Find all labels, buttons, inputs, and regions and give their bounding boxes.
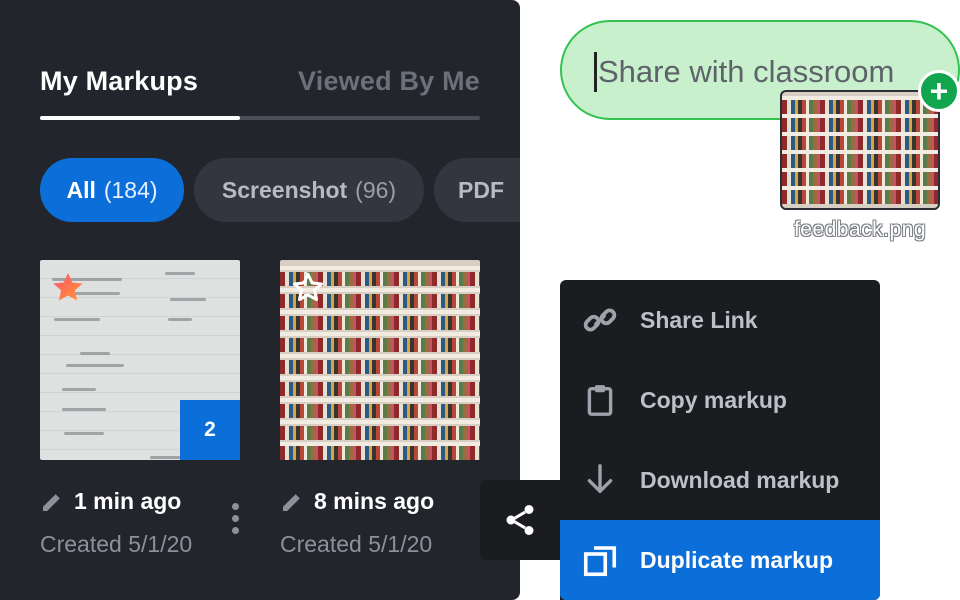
markup-card[interactable]: 2 1 min ago Created 5/1/20 xyxy=(40,260,240,558)
favorite-star-icon[interactable] xyxy=(50,270,86,306)
menu-item-download-markup[interactable]: Download markup xyxy=(560,440,880,520)
filter-chip-pdf[interactable]: PDF xyxy=(434,158,520,222)
menu-item-label: Share Link xyxy=(640,306,758,333)
edited-time-text: 8 mins ago xyxy=(314,488,435,514)
created-date: Created 5/1/20 xyxy=(280,531,433,557)
pencil-icon xyxy=(43,493,60,511)
menu-item-label: Duplicate markup xyxy=(640,546,833,573)
menu-item-share-link[interactable]: Share Link xyxy=(560,280,880,360)
filter-chip-all[interactable]: All (184) xyxy=(40,158,184,222)
dropzone-label: Share with classroom xyxy=(598,54,895,89)
menu-item-label: Copy markup xyxy=(640,386,787,413)
markup-thumbnail[interactable]: 2 xyxy=(40,260,240,460)
more-options-icon[interactable] xyxy=(232,503,240,537)
filter-chip-screenshot[interactable]: Screenshot (96) xyxy=(194,158,424,222)
share-icon xyxy=(506,505,534,535)
menu-item-label: Download markup xyxy=(640,466,840,493)
tab-active-indicator xyxy=(40,116,240,120)
tab-viewed-by-me[interactable]: Viewed By Me xyxy=(298,66,480,97)
share-button[interactable] xyxy=(480,480,560,560)
add-plus-icon[interactable]: + xyxy=(918,70,960,112)
markup-thumbnail[interactable] xyxy=(280,260,480,460)
page-count-badge: 2 xyxy=(180,400,240,460)
filter-chip-label: PDF xyxy=(458,176,504,203)
share-menu: Share Link Copy markup Download markup D… xyxy=(560,280,880,600)
edited-time: 8 mins ago xyxy=(280,488,480,515)
filter-chip-count: (96) xyxy=(355,176,397,203)
edited-time-text: 1 min ago xyxy=(74,488,182,514)
markups-panel: My Markups Viewed By Me All (184) Screen… xyxy=(0,0,520,600)
markup-card[interactable]: 8 mins ago Created 5/1/20 xyxy=(280,260,480,558)
tab-bar: My Markups Viewed By Me xyxy=(40,60,480,120)
filter-chip-count: (184) xyxy=(103,176,158,203)
menu-item-duplicate-markup[interactable]: Duplicate markup xyxy=(560,520,880,600)
dragged-file-name: feedback.png xyxy=(793,218,927,241)
created-date: Created 5/1/20 xyxy=(40,531,193,557)
menu-item-copy-markup[interactable]: Copy markup xyxy=(560,360,880,440)
pencil-icon xyxy=(283,493,300,511)
link-icon xyxy=(583,308,617,332)
filter-chip-label: Screenshot xyxy=(221,176,348,203)
favorite-star-outline-icon[interactable] xyxy=(290,270,326,306)
edited-time: 1 min ago xyxy=(40,488,240,515)
filter-chip-label: All xyxy=(66,176,96,203)
clipboard-icon xyxy=(587,385,613,416)
duplicate-icon xyxy=(583,546,617,577)
tab-my-markups[interactable]: My Markups xyxy=(40,66,198,97)
dragged-file-thumbnail[interactable] xyxy=(780,90,940,210)
text-cursor xyxy=(594,52,597,92)
download-icon xyxy=(587,464,613,494)
